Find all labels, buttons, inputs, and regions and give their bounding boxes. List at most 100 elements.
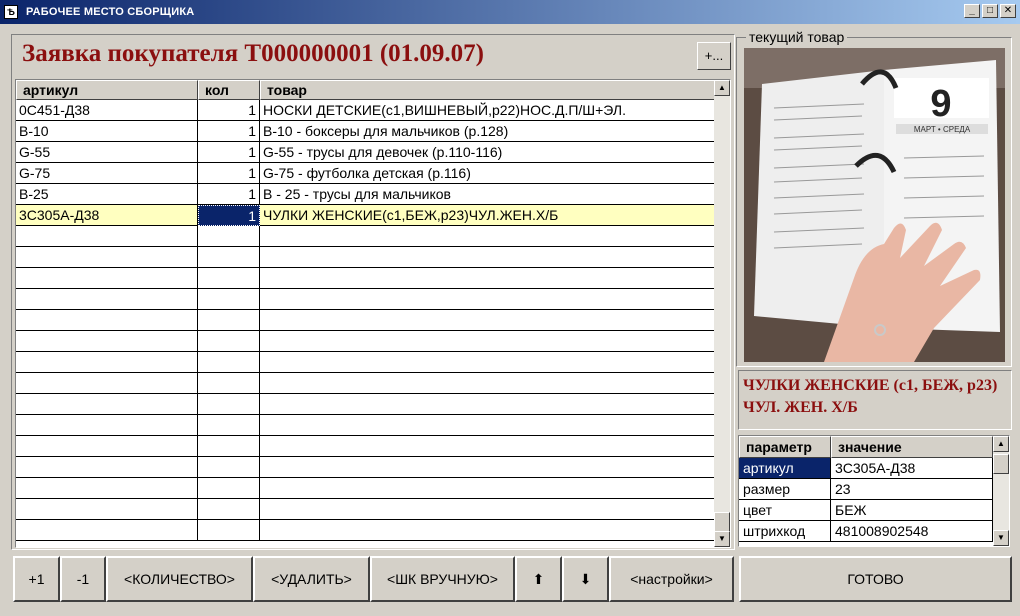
cell-article[interactable] xyxy=(16,226,198,247)
cell-qty[interactable]: 1 xyxy=(198,100,260,121)
cell-article[interactable] xyxy=(16,247,198,268)
empty-row[interactable] xyxy=(16,457,716,478)
params-scrollbar[interactable]: ▲ ▼ xyxy=(993,436,1009,546)
empty-row[interactable] xyxy=(16,331,716,352)
cell-qty[interactable]: 1 xyxy=(198,184,260,205)
plus-one-button[interactable]: +1 xyxy=(13,556,60,602)
minus-one-button[interactable]: -1 xyxy=(60,556,106,602)
add-button[interactable]: +... xyxy=(697,42,731,70)
table-row[interactable]: G-55 1 G-55 - трусы для девочек (р.110-116… xyxy=(16,142,716,163)
cell-article[interactable] xyxy=(16,478,198,499)
cell-article[interactable] xyxy=(16,499,198,520)
order-grid[interactable]: артикул кол товар 0С451-Д38 1 НОСКИ ДЕТСКИ… xyxy=(15,79,731,548)
column-header-product[interactable]: товар xyxy=(260,80,716,100)
cell-qty[interactable] xyxy=(198,415,260,436)
cell-article[interactable]: G-55 xyxy=(16,142,198,163)
cell-product[interactable] xyxy=(260,247,716,268)
cell-qty[interactable]: 1 xyxy=(198,205,260,226)
cell-qty[interactable] xyxy=(198,499,260,520)
cell-product[interactable]: G-75 - футболка детская (р.116) xyxy=(260,163,716,184)
delete-button[interactable]: <УДАЛИТЬ> xyxy=(253,556,370,602)
done-button[interactable]: ГОТОВО xyxy=(739,556,1012,602)
grid-scrollbar[interactable]: ▲ ▼ xyxy=(714,80,730,547)
cell-article[interactable] xyxy=(16,289,198,310)
cell-product[interactable] xyxy=(260,415,716,436)
empty-row[interactable] xyxy=(16,352,716,373)
cell-product[interactable] xyxy=(260,310,716,331)
cell-product[interactable]: НОСКИ ДЕТСКИЕ(с1,ВИШНЕВЫЙ,р22)НОС.Д.П/Ш+… xyxy=(260,100,716,121)
cell-product[interactable] xyxy=(260,373,716,394)
close-button[interactable]: ✕ xyxy=(1000,4,1016,18)
empty-row[interactable] xyxy=(16,226,716,247)
cell-product[interactable] xyxy=(260,394,716,415)
column-header-param[interactable]: параметр xyxy=(739,436,831,458)
column-header-article[interactable]: артикул xyxy=(16,80,198,100)
empty-row[interactable] xyxy=(16,268,716,289)
table-row[interactable]: G-75 1 G-75 - футболка детская (р.116) xyxy=(16,163,716,184)
cell-product[interactable] xyxy=(260,352,716,373)
table-row[interactable]: 0С451-Д38 1 НОСКИ ДЕТСКИЕ(с1,ВИШНЕВЫЙ,р22)… xyxy=(16,100,716,121)
params-grid[interactable]: параметр значение артикул 3С305А-Д38 разме… xyxy=(738,435,1010,547)
minimize-button[interactable]: _ xyxy=(964,4,980,18)
scroll-down-arrow-icon[interactable]: ▼ xyxy=(714,531,730,547)
cell-article[interactable] xyxy=(16,310,198,331)
cell-product[interactable] xyxy=(260,457,716,478)
cell-product[interactable] xyxy=(260,499,716,520)
manual-barcode-button[interactable]: <ШК ВРУЧНУЮ> xyxy=(370,556,515,602)
cell-qty[interactable] xyxy=(198,331,260,352)
cell-qty[interactable] xyxy=(198,226,260,247)
cell-article[interactable]: G-75 xyxy=(16,163,198,184)
quantity-button[interactable]: <КОЛИЧЕСТВО> xyxy=(106,556,253,602)
cell-qty[interactable] xyxy=(198,310,260,331)
cell-article[interactable]: 3С305А-Д38 xyxy=(16,205,198,226)
empty-row[interactable] xyxy=(16,436,716,457)
cell-product[interactable]: ЧУЛКИ ЖЕНСКИЕ(с1,БЕЖ,р23)ЧУЛ.ЖЕН.Х/Б xyxy=(260,205,716,226)
cell-product[interactable]: В - 25 - трусы для мальчиков xyxy=(260,184,716,205)
table-row[interactable]: 3С305А-Д38 1 ЧУЛКИ ЖЕНСКИЕ(с1,БЕЖ,р23)ЧУЛ.… xyxy=(16,205,716,226)
table-row[interactable]: В-10 1 В-10 - боксеры для мальчиков (р.128… xyxy=(16,121,716,142)
move-down-button[interactable]: ⬇ xyxy=(562,556,609,602)
cell-product[interactable]: В-10 - боксеры для мальчиков (р.128) xyxy=(260,121,716,142)
cell-qty[interactable] xyxy=(198,352,260,373)
cell-qty[interactable]: 1 xyxy=(198,163,260,184)
cell-qty[interactable] xyxy=(198,373,260,394)
column-header-qty[interactable]: кол xyxy=(198,80,260,100)
cell-qty[interactable] xyxy=(198,247,260,268)
cell-article[interactable] xyxy=(16,457,198,478)
cell-article[interactable]: В-10 xyxy=(16,121,198,142)
params-scroll-down-icon[interactable]: ▼ xyxy=(993,530,1009,546)
scroll-thumb[interactable] xyxy=(714,512,730,532)
params-scroll-thumb[interactable] xyxy=(993,454,1009,474)
cell-article[interactable] xyxy=(16,436,198,457)
cell-article[interactable]: 0С451-Д38 xyxy=(16,100,198,121)
empty-row[interactable] xyxy=(16,478,716,499)
empty-row[interactable] xyxy=(16,415,716,436)
cell-qty[interactable]: 1 xyxy=(198,121,260,142)
cell-qty[interactable] xyxy=(198,394,260,415)
param-row[interactable]: цвет БЕЖ xyxy=(739,500,1009,521)
param-row[interactable]: артикул 3С305А-Д38 xyxy=(739,458,1009,479)
empty-row[interactable] xyxy=(16,310,716,331)
cell-product[interactable] xyxy=(260,289,716,310)
empty-row[interactable] xyxy=(16,247,716,268)
cell-article[interactable] xyxy=(16,331,198,352)
cell-product[interactable] xyxy=(260,478,716,499)
cell-product[interactable] xyxy=(260,520,716,541)
move-up-button[interactable]: ⬆ xyxy=(515,556,562,602)
table-row[interactable]: В-25 1 В - 25 - трусы для мальчиков xyxy=(16,184,716,205)
cell-qty[interactable] xyxy=(198,457,260,478)
cell-article[interactable] xyxy=(16,352,198,373)
cell-product[interactable] xyxy=(260,226,716,247)
cell-product[interactable] xyxy=(260,436,716,457)
empty-row[interactable] xyxy=(16,520,716,541)
cell-article[interactable] xyxy=(16,394,198,415)
cell-qty[interactable]: 1 xyxy=(198,142,260,163)
cell-qty[interactable] xyxy=(198,436,260,457)
cell-qty[interactable] xyxy=(198,268,260,289)
cell-qty[interactable] xyxy=(198,478,260,499)
params-scroll-up-icon[interactable]: ▲ xyxy=(993,436,1009,452)
cell-qty[interactable] xyxy=(198,520,260,541)
empty-row[interactable] xyxy=(16,289,716,310)
cell-article[interactable] xyxy=(16,415,198,436)
cell-article[interactable] xyxy=(16,373,198,394)
